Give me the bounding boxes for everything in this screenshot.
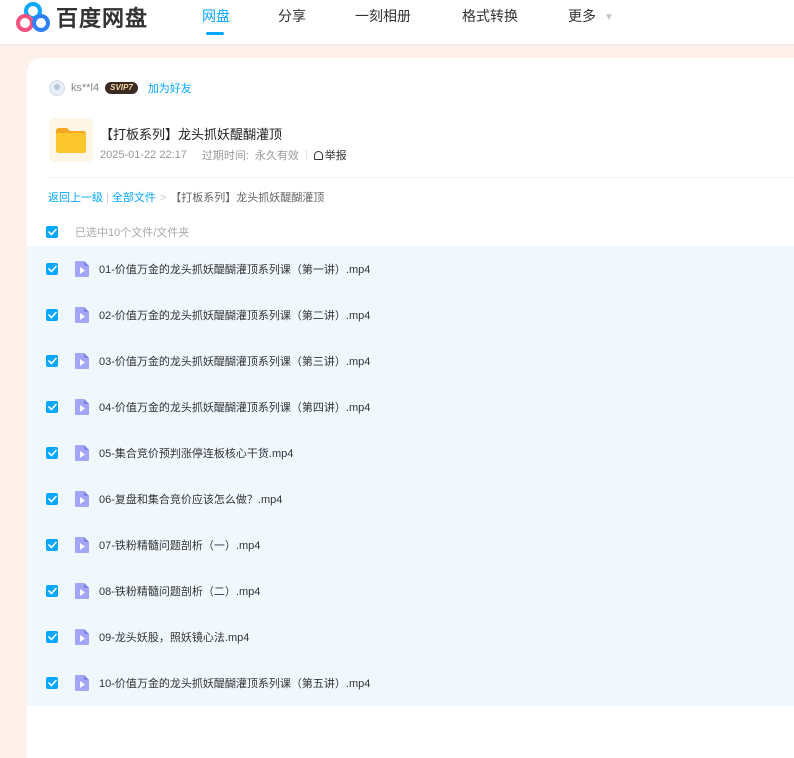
sharer-info: ks**l4 SVIP7 加为好友 [49,78,192,98]
breadcrumb-back-link[interactable]: 返回上一级 [48,192,103,204]
file-checkbox[interactable] [46,401,58,413]
file-name[interactable]: 01-价值万金的龙头抓妖醍醐灌顶系列课（第一讲）.mp4 [99,261,370,277]
file-row[interactable]: 09-龙头妖股，照妖镜心法.mp4 [27,614,794,660]
checkbox-checked-icon [47,495,57,503]
breadcrumb-all-files-link[interactable]: 全部文件 [112,192,156,204]
nav-more-label: 更多 [568,8,596,24]
video-file-icon [75,445,89,461]
file-name[interactable]: 08-铁粉精髓问题剖析（二）.mp4 [99,583,260,599]
file-name[interactable]: 09-龙头妖股，照妖镜心法.mp4 [99,629,249,645]
file-checkbox[interactable] [46,631,58,643]
folder-icon [56,128,86,153]
file-row[interactable]: 10-价值万金的龙头抓妖醍醐灌顶系列课（第五讲）.mp4 [27,660,794,706]
video-file-icon [75,629,89,645]
checkbox-checked-icon [47,541,57,549]
file-checkbox[interactable] [46,309,58,321]
video-file-icon [75,675,89,691]
breadcrumb-separator: | [106,192,109,204]
selection-count: 已选中10个文件/文件夹 [75,227,190,239]
svip-badge: SVIP7 [105,82,138,94]
breadcrumb-chevron: > [159,192,167,204]
nav-tab-more[interactable]: 更多 ▼ [568,0,614,32]
file-row[interactable]: 01-价值万金的龙头抓妖醍醐灌顶系列课（第一讲）.mp4 [27,246,794,292]
meta-separator: | [304,149,308,161]
file-name[interactable]: 05-集合竞价预判涨停连板核心干货.mp4 [99,445,293,461]
expiry-value: 永久有效 [254,150,299,162]
top-navigation: 百度网盘 网盘 分享 一刻相册 格式转换 更多 ▼ [0,0,794,44]
file-checkbox[interactable] [46,539,58,551]
file-name[interactable]: 06-复盘和集合竞价应该怎么做？.mp4 [99,491,282,507]
brand-name: 百度网盘 [56,6,149,31]
file-name[interactable]: 03-价值万金的龙头抓妖醍醐灌顶系列课（第三讲）.mp4 [99,353,370,369]
brand-logo[interactable]: 百度网盘 [16,0,148,34]
file-checkbox[interactable] [46,493,58,505]
checkbox-checked-icon [47,265,57,273]
file-checkbox[interactable] [46,447,58,459]
nav-active-indicator [206,32,224,35]
breadcrumb-current: 【打板系列】龙头抓妖醍醐灌顶 [170,192,325,204]
file-name[interactable]: 04-价值万金的龙头抓妖醍醐灌顶系列课（第四讲）.mp4 [99,399,370,415]
select-all-row: 已选中10个文件/文件夹 [46,225,189,239]
share-meta: 2025-01-22 22:17 过期时间: 永久有效 | 举报 [100,147,347,163]
share-date: 2025-01-22 22:17 [100,149,187,161]
file-list: 01-价值万金的龙头抓妖醍醐灌顶系列课（第一讲）.mp4 02-价值万金的龙头抓妖… [27,246,794,706]
checkbox-checked-icon [47,633,57,641]
checkbox-checked-icon [47,679,57,687]
video-file-icon [75,491,89,507]
folder-thumbnail [49,118,93,162]
sharer-username[interactable]: ks**l4 [71,82,99,94]
video-file-icon [75,353,89,369]
nav-tab-format-convert[interactable]: 格式转换 [462,0,518,32]
checkbox-checked-icon [47,449,57,457]
file-name[interactable]: 02-价值万金的龙头抓妖醍醐灌顶系列课（第二讲）.mp4 [99,307,370,323]
nav-tab-netdisk[interactable]: 网盘 [202,0,230,32]
divider [48,177,794,178]
report-icon [313,150,323,160]
file-row[interactable]: 02-价值万金的龙头抓妖醍醐灌顶系列课（第二讲）.mp4 [27,292,794,338]
file-row[interactable]: 06-复盘和集合竞价应该怎么做？.mp4 [27,476,794,522]
nav-tab-share[interactable]: 分享 [278,0,306,32]
file-name[interactable]: 10-价值万金的龙头抓妖醍醐灌顶系列课（第五讲）.mp4 [99,675,370,691]
share-panel: ks**l4 SVIP7 加为好友 【打板系列】龙头抓妖醍醐灌顶 2025-01… [27,58,794,758]
file-checkbox[interactable] [46,677,58,689]
file-row[interactable]: 04-价值万金的龙头抓妖醍醐灌顶系列课（第四讲）.mp4 [27,384,794,430]
report-button[interactable]: 举报 [313,147,347,163]
checkbox-checked-icon [47,587,57,595]
expiry-label: 过期时间: [201,150,249,162]
video-file-icon [75,307,89,323]
checkbox-checked-icon [47,403,57,411]
video-file-icon [75,261,89,277]
select-all-checkbox[interactable] [46,226,58,238]
file-row[interactable]: 07-铁粉精髓问题剖析（一）.mp4 [27,522,794,568]
breadcrumb: 返回上一级 | 全部文件 > 【打板系列】龙头抓妖醍醐灌顶 [48,189,324,205]
file-row[interactable]: 05-集合竞价预判涨停连板核心干货.mp4 [27,430,794,476]
checkbox-checked-icon [47,357,57,365]
avatar[interactable] [49,80,65,96]
video-file-icon [75,583,89,599]
video-file-icon [75,399,89,415]
report-label: 举报 [324,150,347,162]
file-checkbox[interactable] [46,585,58,597]
video-file-icon [75,537,89,553]
checkbox-checked-icon [47,228,57,236]
add-friend-link[interactable]: 加为好友 [148,80,192,96]
share-title: 【打板系列】龙头抓妖醍醐灌顶 [100,127,283,142]
file-name[interactable]: 07-铁粉精髓问题剖析（一）.mp4 [99,537,260,553]
file-row[interactable]: 08-铁粉精髓问题剖析（二）.mp4 [27,568,794,614]
chevron-down-icon: ▼ [604,12,614,23]
baidu-netdisk-logo-icon [16,2,50,32]
nav-tab-album[interactable]: 一刻相册 [355,0,411,32]
file-row[interactable]: 03-价值万金的龙头抓妖醍醐灌顶系列课（第三讲）.mp4 [27,338,794,384]
file-checkbox[interactable] [46,355,58,367]
file-checkbox[interactable] [46,263,58,275]
checkbox-checked-icon [47,311,57,319]
